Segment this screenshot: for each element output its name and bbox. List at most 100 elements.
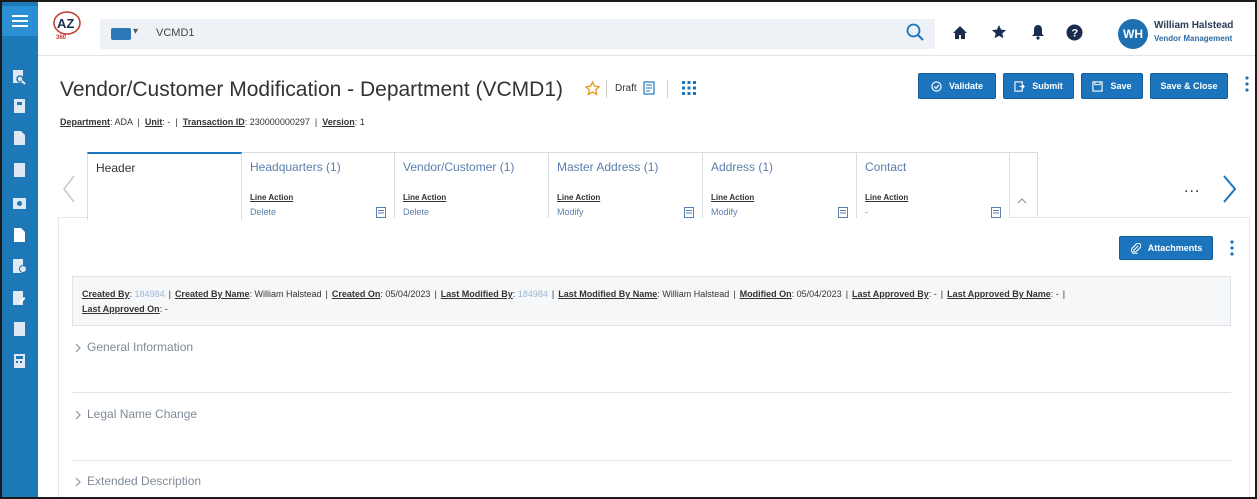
home-icon[interactable]	[949, 21, 971, 43]
tabs-collapse-button[interactable]	[1010, 152, 1038, 218]
section-title: Legal Name Change	[87, 407, 198, 421]
last-approved-on-value: -	[164, 304, 168, 314]
section-extended-description[interactable]: Extended Description	[72, 468, 1231, 497]
version-value: 1	[359, 117, 365, 127]
tab-label: Address (1)	[711, 160, 774, 174]
page-title: Vendor/Customer Modification - Departmen…	[60, 78, 564, 101]
camera-icon[interactable]	[11, 194, 27, 212]
last-approved-by-label: Last Approved By	[852, 289, 929, 299]
department-label: Department	[60, 117, 111, 127]
line-action-value: Delete	[403, 207, 430, 217]
divider	[72, 460, 1231, 461]
tab-address[interactable]: Address (1) Line Action Modify	[703, 152, 857, 218]
notes-icon[interactable]	[643, 81, 655, 95]
created-by-name-value: William Halstead	[254, 289, 322, 299]
book-icon[interactable]	[11, 97, 27, 115]
status-badge: Draft	[615, 83, 637, 94]
line-action-label: Line Action	[250, 193, 294, 202]
tabs-next-arrow-icon[interactable]	[1221, 174, 1237, 204]
svg-text:AZ: AZ	[57, 16, 74, 31]
save-button[interactable]: Save	[1081, 73, 1143, 99]
help-icon[interactable]: ?	[1063, 21, 1085, 43]
validate-label: Validate	[948, 81, 984, 91]
tab-vendor-customer[interactable]: Vendor/Customer (1) Line Action Delete	[395, 152, 549, 218]
divider	[72, 392, 1231, 393]
bell-icon[interactable]	[1027, 21, 1049, 43]
last-approved-on-label: Last Approved On	[82, 304, 160, 314]
divider	[606, 80, 607, 98]
modified-on-value: 05/04/2023	[796, 289, 842, 299]
document-icon[interactable]	[11, 129, 27, 147]
tab-contact[interactable]: Contact Line Action -	[857, 152, 1010, 218]
search-icon[interactable]	[904, 21, 926, 43]
line-action-value: Modify	[711, 207, 738, 217]
save-close-button[interactable]: Save & Close	[1150, 73, 1228, 99]
section-legal-name-change[interactable]: Legal Name Change	[72, 401, 1231, 431]
tabs-more-button[interactable]: ...	[1184, 179, 1200, 197]
az360-logo[interactable]: AZ 360 AZ 360	[52, 10, 86, 40]
user-role: Vendor Management	[1154, 34, 1233, 43]
notes-icon[interactable]	[838, 207, 848, 219]
tab-headquarters[interactable]: Headquarters (1) Line Action Delete	[242, 152, 395, 218]
workspace-selector[interactable]: ▾ VCMD1	[100, 19, 935, 49]
created-by-name-label: Created By Name	[174, 289, 250, 299]
grid-menu-icon[interactable]	[682, 81, 696, 95]
favorite-star-icon[interactable]	[585, 81, 600, 96]
save-close-label: Save & Close	[1160, 81, 1218, 91]
chevron-down-icon: ▾	[133, 26, 139, 37]
tab-label: Vendor/Customer (1)	[403, 160, 515, 174]
attachments-button[interactable]: Attachments	[1119, 236, 1213, 260]
validate-button[interactable]: Validate	[918, 73, 996, 99]
line-action-label: Line Action	[711, 193, 755, 202]
document-icon[interactable]	[11, 320, 27, 338]
star-icon[interactable]	[988, 21, 1010, 43]
tab-header[interactable]: Header	[87, 152, 242, 220]
avatar[interactable]: WH	[1118, 19, 1148, 49]
department-value: ADA	[114, 117, 133, 127]
top-bar: AZ 360 AZ 360 ▾ VCMD1 ? WH William Halst…	[38, 2, 1255, 56]
more-options-icon[interactable]	[1227, 238, 1237, 258]
created-on-value: 05/04/2023	[385, 289, 431, 299]
last-approved-by-value: -	[933, 289, 937, 299]
line-action-value: Delete	[250, 207, 277, 217]
last-approved-by-name-value: -	[1055, 289, 1059, 299]
hamburger-menu-icon[interactable]	[2, 6, 38, 36]
document-edit-icon[interactable]	[11, 289, 27, 307]
calculator-icon[interactable]	[11, 352, 27, 370]
submit-label: Submit	[1032, 81, 1063, 91]
more-options-icon[interactable]	[1242, 74, 1252, 94]
audit-info: Created By: 184984 | Created By Name: Will…	[72, 276, 1231, 326]
unit-value: -	[167, 117, 171, 127]
document-icon[interactable]	[11, 161, 27, 179]
tab-label: Header	[96, 161, 136, 175]
submit-button[interactable]: Submit	[1003, 73, 1074, 99]
last-modified-by-link[interactable]: 184984	[518, 289, 548, 299]
section-general-information[interactable]: General Information	[72, 334, 1231, 364]
last-modified-by-label: Last Modified By	[440, 289, 513, 299]
version-label: Version	[322, 117, 355, 127]
tab-master-address[interactable]: Master Address (1) Line Action Modify	[549, 152, 703, 218]
notes-icon[interactable]	[684, 207, 694, 219]
notes-icon[interactable]	[376, 207, 386, 219]
last-approved-by-name-label: Last Approved By Name	[947, 289, 1051, 299]
created-by-link[interactable]: 184984	[135, 289, 165, 299]
svg-text:360: 360	[56, 35, 67, 40]
tabs-prev-arrow-icon[interactable]	[62, 174, 76, 204]
svg-text:?: ?	[1071, 27, 1078, 39]
document-user-icon[interactable]	[11, 257, 27, 275]
section-title: General Information	[87, 340, 194, 354]
tab-label: Master Address (1)	[557, 160, 659, 174]
line-action-label: Line Action	[865, 193, 909, 202]
chevron-right-icon	[75, 410, 81, 420]
chevron-right-icon	[75, 477, 81, 487]
search-document-icon[interactable]	[11, 68, 27, 86]
workspace-icon	[111, 28, 131, 40]
left-nav-rail	[2, 2, 38, 497]
attachments-label: Attachments	[1147, 243, 1203, 253]
tab-label: Contact	[865, 160, 907, 174]
workspace-label: VCMD1	[156, 27, 195, 39]
notes-icon[interactable]	[991, 207, 1001, 219]
line-action-label: Line Action	[557, 193, 601, 202]
chevron-right-icon	[75, 343, 81, 353]
document-icon[interactable]	[11, 226, 27, 244]
